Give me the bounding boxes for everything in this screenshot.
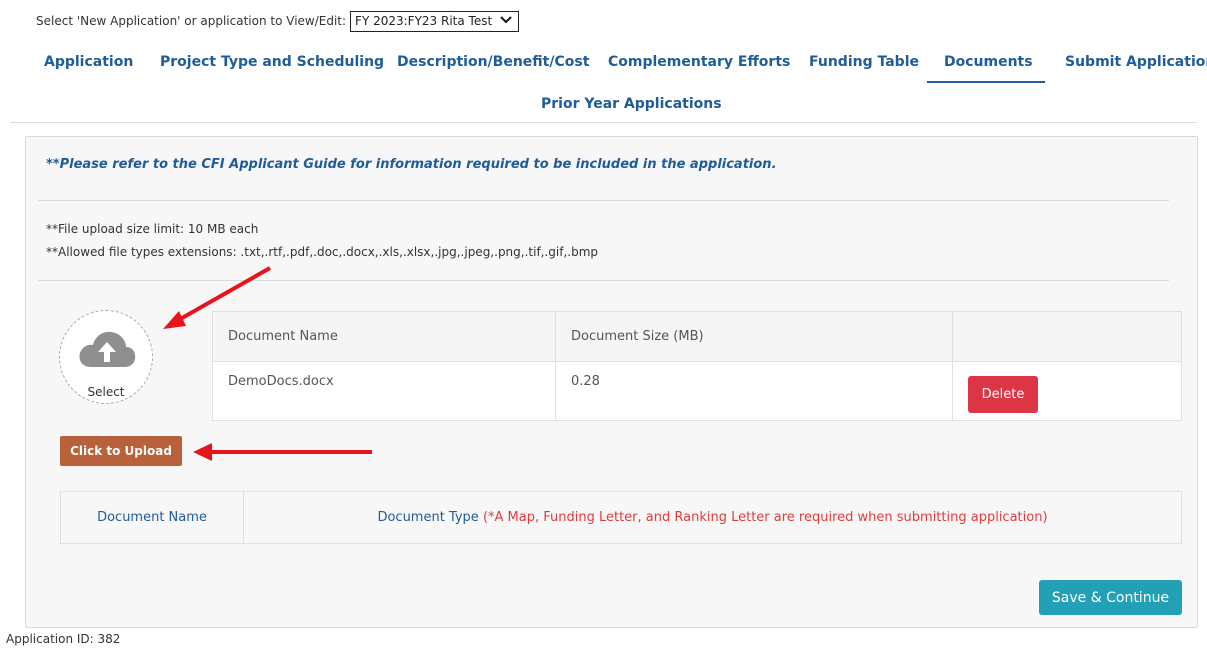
select-label: Select	[87, 385, 125, 399]
column-header-document-name: Document Name	[212, 311, 556, 362]
column-header-actions	[952, 311, 1182, 362]
column-header-document-name: Document Name	[60, 491, 244, 544]
document-types-table: Document Name Document Type (*A Map, Fun…	[60, 491, 1182, 544]
applicant-guide-notice: **Please refer to the CFI Applicant Guid…	[46, 157, 777, 172]
column-header-document-size: Document Size (MB)	[555, 311, 953, 362]
uploaded-documents-table: Document Name Document Size (MB) DemoDoc…	[212, 311, 1182, 421]
divider	[38, 280, 1169, 281]
application-selector-label: Select 'New Application' or application …	[36, 14, 347, 28]
cloud-upload-icon	[77, 329, 137, 373]
table-row: DemoDocs.docx 0.28 Delete	[212, 361, 1182, 421]
tab-application[interactable]: Application	[44, 54, 133, 70]
tab-funding-table[interactable]: Funding Table	[809, 54, 919, 70]
tab-project-type-scheduling[interactable]: Project Type and Scheduling	[160, 54, 384, 70]
document-action-cell: Delete	[952, 361, 1182, 421]
document-name-header: Document Name	[97, 510, 207, 525]
tab-complementary-efforts[interactable]: Complementary Efforts	[608, 54, 790, 70]
tab-description-benefit-cost[interactable]: Description/Benefit/Cost	[397, 54, 589, 70]
chevron-down-icon	[500, 15, 512, 27]
click-to-upload-button[interactable]: Click to Upload	[60, 436, 182, 466]
required-documents-note: (*A Map, Funding Letter, and Ranking Let…	[482, 510, 1048, 525]
tab-documents[interactable]: Documents	[944, 54, 1033, 70]
tab-submit-application[interactable]: Submit Application	[1065, 54, 1207, 70]
delete-button[interactable]: Delete	[968, 376, 1038, 413]
file-select-dropzone[interactable]: Select	[59, 310, 153, 404]
application-dropdown[interactable]: FY 2023:FY23 Rita Test	[350, 10, 520, 32]
document-type-header: Document Type	[377, 510, 479, 525]
column-header-document-type: Document Type (*A Map, Funding Letter, a…	[243, 491, 1182, 544]
table-header-row: Document Name Document Type (*A Map, Fun…	[60, 491, 1182, 544]
save-continue-button[interactable]: Save & Continue	[1039, 580, 1182, 615]
allowed-file-types: **Allowed file types extensions: .txt,.r…	[46, 245, 599, 259]
application-dropdown-value: FY 2023:FY23 Rita Test	[355, 14, 493, 28]
tabs-divider	[10, 122, 1197, 123]
divider	[38, 200, 1169, 201]
document-size-cell: 0.28	[555, 361, 953, 421]
document-name-cell: DemoDocs.docx	[212, 361, 556, 421]
application-selector: Select 'New Application' or application …	[36, 10, 520, 32]
tab-prior-year-applications[interactable]: Prior Year Applications	[541, 96, 722, 112]
upload-size-limit: **File upload size limit: 10 MB each	[46, 222, 259, 236]
table-header-row: Document Name Document Size (MB)	[212, 311, 1182, 362]
active-tab-indicator	[927, 81, 1045, 83]
application-id: Application ID: 382	[6, 632, 121, 646]
